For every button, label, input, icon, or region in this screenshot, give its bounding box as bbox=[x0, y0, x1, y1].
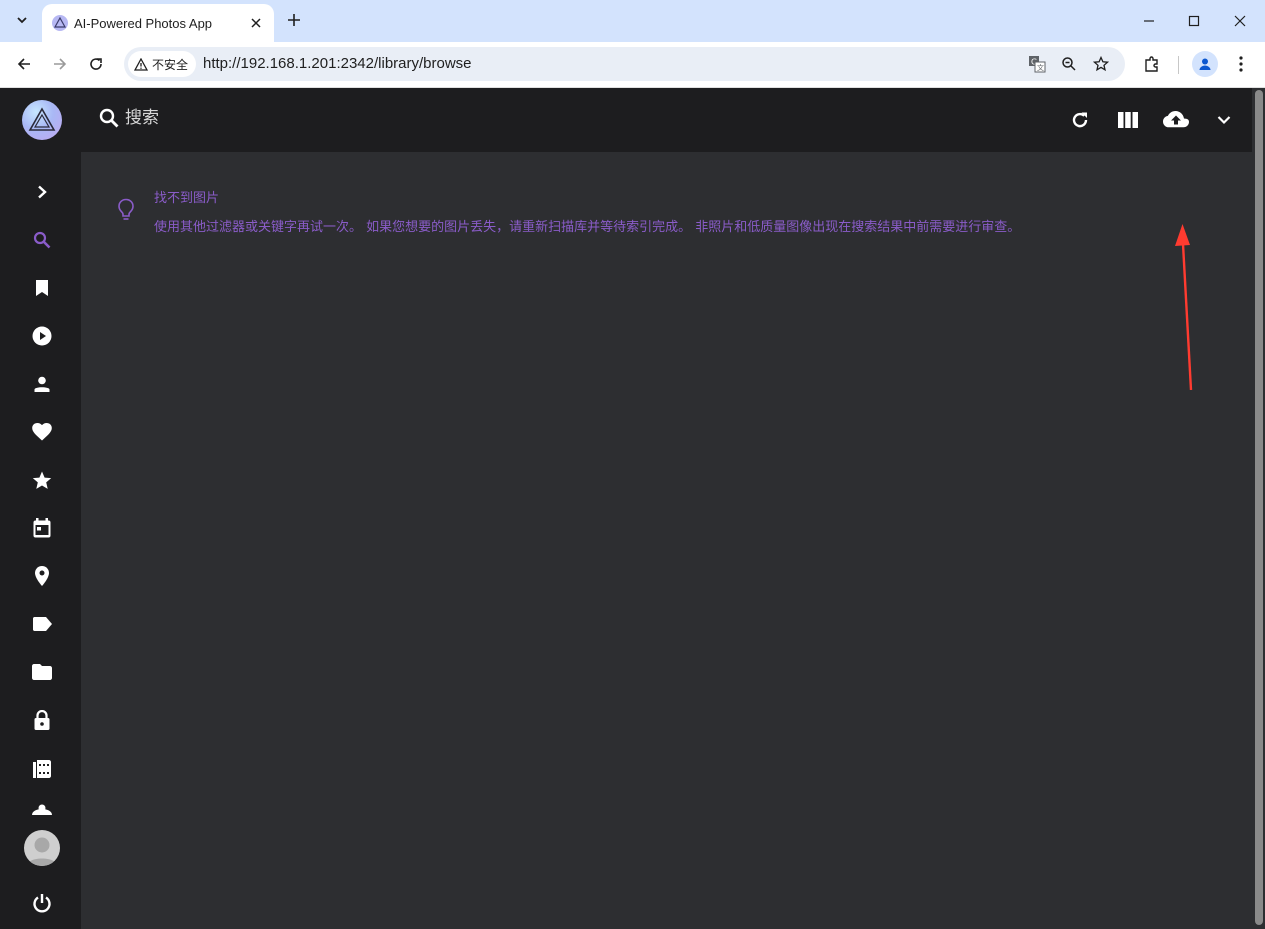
photos-app: 找不到图片 使用其他过滤器或关键字再试一次。 如果您想要的图片丢失，请重新扫描库… bbox=[0, 88, 1265, 929]
profile-button[interactable] bbox=[1192, 51, 1218, 77]
translate-button[interactable]: G文 bbox=[1027, 54, 1047, 74]
maximize-icon bbox=[1188, 15, 1200, 27]
film-library-icon bbox=[33, 760, 51, 778]
sidebar-expand[interactable] bbox=[26, 176, 58, 208]
sidebar-item-videos[interactable] bbox=[26, 320, 58, 352]
heart-icon bbox=[32, 423, 52, 441]
window-close-button[interactable] bbox=[1226, 8, 1254, 34]
security-indicator[interactable]: 不安全 bbox=[128, 51, 197, 77]
scroll-thumb[interactable] bbox=[1255, 90, 1263, 925]
upload-button[interactable] bbox=[1162, 106, 1190, 134]
power-icon bbox=[33, 894, 51, 913]
url-text[interactable]: http://192.168.1.201:2342/library/browse bbox=[203, 55, 472, 72]
sidebar-item-calendar[interactable] bbox=[26, 512, 58, 544]
user-avatar[interactable] bbox=[24, 830, 60, 866]
app-favicon-icon bbox=[52, 15, 68, 31]
lock-icon bbox=[34, 710, 50, 730]
search-icon bbox=[33, 231, 51, 249]
tab-title: AI-Powered Photos App bbox=[74, 15, 213, 31]
app-logo[interactable] bbox=[22, 100, 62, 140]
browse-content: 找不到图片 使用其他过滤器或关键字再试一次。 如果您想要的图片丢失，请重新扫描库… bbox=[81, 152, 1252, 929]
scrollbar[interactable] bbox=[1252, 88, 1265, 929]
minimize-button[interactable] bbox=[1135, 8, 1163, 34]
chevron-down-icon bbox=[17, 17, 27, 24]
toolbar-divider bbox=[1178, 56, 1179, 74]
browser-menu-button[interactable] bbox=[1228, 51, 1254, 77]
extensions-button[interactable] bbox=[1139, 51, 1165, 77]
arrow-right-icon bbox=[54, 58, 67, 70]
star-outline-icon bbox=[1093, 56, 1109, 72]
zoom-button[interactable] bbox=[1059, 54, 1079, 74]
chevron-down-icon bbox=[1217, 116, 1231, 125]
view-mode-button[interactable] bbox=[1114, 106, 1142, 134]
sidebar-item-albums[interactable] bbox=[26, 272, 58, 304]
sidebar-item-folders[interactable] bbox=[26, 656, 58, 688]
location-pin-icon bbox=[35, 566, 49, 586]
translate-icon: G文 bbox=[1029, 56, 1046, 73]
star-icon bbox=[32, 471, 52, 489]
annotation-arrow-icon bbox=[1175, 224, 1193, 390]
expand-toolbar-button[interactable] bbox=[1210, 106, 1238, 134]
logout-button[interactable] bbox=[26, 887, 58, 919]
back-button[interactable] bbox=[10, 50, 38, 78]
sidebar-item-places[interactable] bbox=[26, 560, 58, 592]
sidebar-item-search[interactable] bbox=[26, 224, 58, 256]
zoom-icon bbox=[1062, 57, 1076, 71]
avatar-person-icon bbox=[27, 837, 57, 866]
sidebar-item-people[interactable] bbox=[26, 368, 58, 400]
sidebar-item-private[interactable] bbox=[26, 704, 58, 736]
tab-close-button[interactable] bbox=[246, 13, 266, 33]
chevron-right-icon bbox=[38, 185, 47, 199]
browser-toolbar: 不安全 http://192.168.1.201:2342/library/br… bbox=[0, 42, 1265, 88]
calendar-icon bbox=[33, 518, 51, 538]
plus-icon bbox=[288, 14, 300, 26]
refresh-icon bbox=[1072, 112, 1088, 128]
forward-button[interactable] bbox=[46, 50, 74, 78]
logo-triangle-icon bbox=[28, 107, 56, 131]
sidebar bbox=[0, 88, 81, 929]
svg-text:文: 文 bbox=[1037, 63, 1044, 72]
sidebar-item-more[interactable] bbox=[26, 800, 58, 818]
warning-icon bbox=[134, 57, 148, 71]
app-topbar bbox=[81, 88, 1252, 152]
search-input[interactable] bbox=[125, 108, 425, 128]
arrow-left-icon bbox=[17, 58, 30, 70]
more-icon bbox=[32, 804, 52, 815]
person-icon bbox=[34, 376, 50, 392]
new-tab-button[interactable] bbox=[282, 8, 306, 32]
browser-tab[interactable]: AI-Powered Photos App bbox=[42, 4, 274, 42]
close-icon bbox=[251, 18, 261, 28]
lightbulb-icon bbox=[118, 198, 134, 220]
label-icon bbox=[33, 617, 52, 631]
more-vert-icon bbox=[1239, 56, 1243, 72]
sidebar-item-labels[interactable] bbox=[26, 608, 58, 640]
browser-tab-bar: AI-Powered Photos App bbox=[0, 0, 1265, 42]
sidebar-item-moments[interactable] bbox=[26, 464, 58, 496]
search-bar bbox=[99, 108, 425, 128]
reload-button[interactable] bbox=[82, 50, 110, 78]
video-play-icon bbox=[32, 326, 52, 346]
bookmark-star-button[interactable] bbox=[1091, 54, 1111, 74]
address-bar[interactable]: 不安全 http://192.168.1.201:2342/library/br… bbox=[124, 47, 1125, 81]
empty-state-description: 使用其他过滤器或关键字再试一次。 如果您想要的图片丢失，请重新扫描库并等待索引完… bbox=[154, 220, 1021, 235]
sidebar-item-library[interactable] bbox=[26, 752, 58, 784]
security-label: 不安全 bbox=[152, 57, 189, 72]
tab-list-button[interactable] bbox=[8, 6, 36, 34]
sidebar-item-favorites[interactable] bbox=[26, 416, 58, 448]
close-icon bbox=[1234, 15, 1246, 27]
person-icon bbox=[1199, 58, 1211, 70]
puzzle-icon bbox=[1145, 56, 1158, 72]
empty-state-title: 找不到图片 bbox=[154, 191, 220, 206]
view-column-icon bbox=[1118, 112, 1138, 128]
folder-icon bbox=[32, 664, 52, 680]
minimize-icon bbox=[1144, 20, 1154, 22]
maximize-button[interactable] bbox=[1180, 8, 1208, 34]
cloud-upload-icon bbox=[1163, 111, 1189, 128]
reload-icon bbox=[90, 58, 102, 70]
search-icon bbox=[99, 108, 119, 128]
refresh-button[interactable] bbox=[1066, 106, 1094, 134]
bookmark-icon bbox=[36, 280, 48, 296]
